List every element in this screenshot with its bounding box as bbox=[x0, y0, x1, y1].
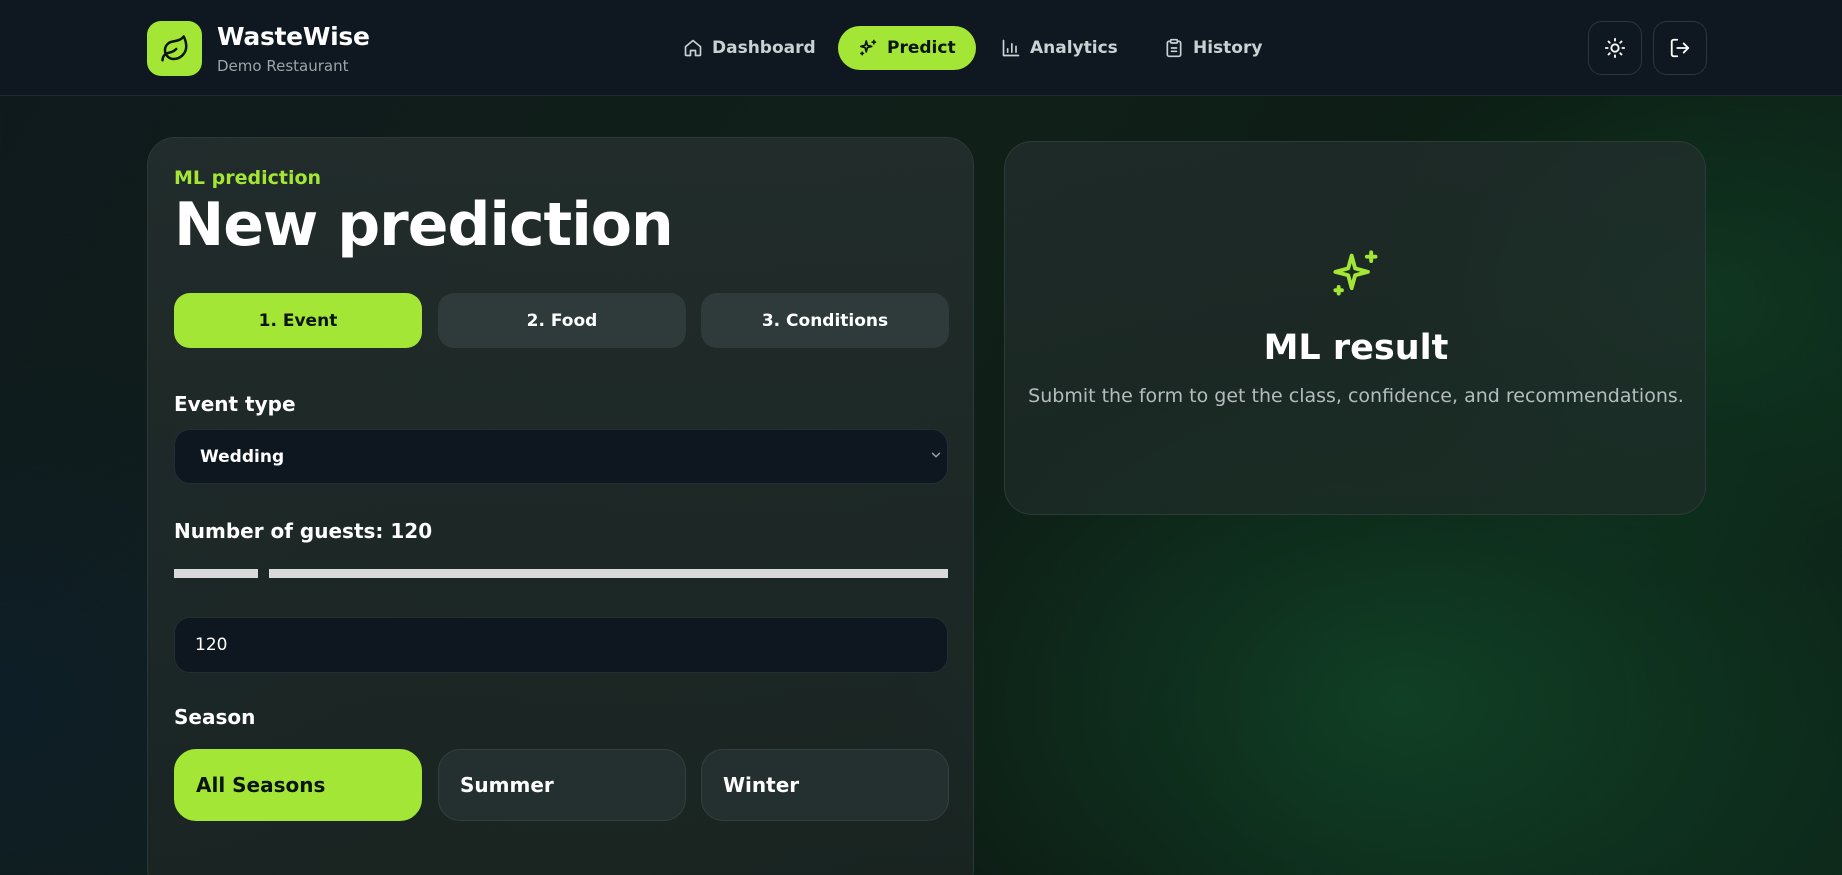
season-all-seasons-button[interactable]: All Seasons bbox=[174, 749, 422, 821]
ml-result-card: ML result Submit the form to get the cla… bbox=[1004, 141, 1706, 515]
nav-history[interactable]: History bbox=[1144, 26, 1282, 70]
result-description: Submit the form to get the class, confid… bbox=[1028, 385, 1684, 407]
bar-chart-icon bbox=[1002, 39, 1020, 57]
form-eyebrow: ML prediction bbox=[174, 167, 322, 189]
nav-predict-label: Predict bbox=[887, 38, 956, 58]
brand-subtitle: Demo Restaurant bbox=[217, 57, 349, 75]
result-title: ML result bbox=[1263, 328, 1449, 368]
nav-history-label: History bbox=[1193, 38, 1263, 58]
sun-icon bbox=[1604, 37, 1626, 59]
leaf-icon bbox=[160, 34, 187, 61]
logout-button[interactable] bbox=[1653, 21, 1707, 75]
step-tab-conditions[interactable]: 3. Conditions bbox=[701, 293, 949, 348]
logout-icon bbox=[1670, 38, 1690, 58]
step-tab-event[interactable]: 1. Event bbox=[174, 293, 422, 348]
guests-input-value: 120 bbox=[195, 635, 228, 655]
home-icon bbox=[684, 39, 702, 57]
event-type-value: Wedding bbox=[200, 446, 285, 467]
nav-predict[interactable]: Predict bbox=[838, 26, 976, 70]
theme-toggle-button[interactable] bbox=[1588, 21, 1642, 75]
guests-label: Number of guests: 120 bbox=[174, 519, 433, 543]
slider-track-filled bbox=[174, 569, 258, 578]
season-summer-button[interactable]: Summer bbox=[438, 749, 686, 821]
nav-analytics[interactable]: Analytics bbox=[981, 26, 1138, 70]
season-winter-button[interactable]: Winter bbox=[701, 749, 949, 821]
step-tab-food[interactable]: 2. Food bbox=[438, 293, 686, 348]
clipboard-icon bbox=[1166, 38, 1182, 58]
event-type-select[interactable]: Wedding bbox=[174, 429, 948, 484]
slider-track-remaining bbox=[269, 569, 948, 578]
top-navigation-bar: WasteWise Demo Restaurant Dashboard Pred… bbox=[0, 0, 1842, 96]
guests-slider[interactable] bbox=[174, 566, 948, 580]
season-label: Season bbox=[174, 705, 256, 729]
sparkles-icon bbox=[1333, 250, 1378, 296]
guests-number-input[interactable]: 120 bbox=[174, 617, 948, 673]
brand-logo[interactable] bbox=[147, 21, 202, 76]
page-title: New prediction bbox=[174, 190, 674, 260]
brand-name: WasteWise bbox=[217, 22, 370, 51]
prediction-form-card: ML prediction New prediction 1. Event 2.… bbox=[147, 137, 974, 875]
slider-thumb[interactable] bbox=[258, 566, 269, 580]
sparkles-icon bbox=[859, 39, 877, 56]
chevron-down-icon bbox=[931, 452, 941, 458]
event-type-label: Event type bbox=[174, 392, 296, 416]
nav-analytics-label: Analytics bbox=[1030, 38, 1118, 58]
nav-dashboard-label: Dashboard bbox=[712, 38, 816, 58]
nav-dashboard[interactable]: Dashboard bbox=[663, 26, 836, 70]
